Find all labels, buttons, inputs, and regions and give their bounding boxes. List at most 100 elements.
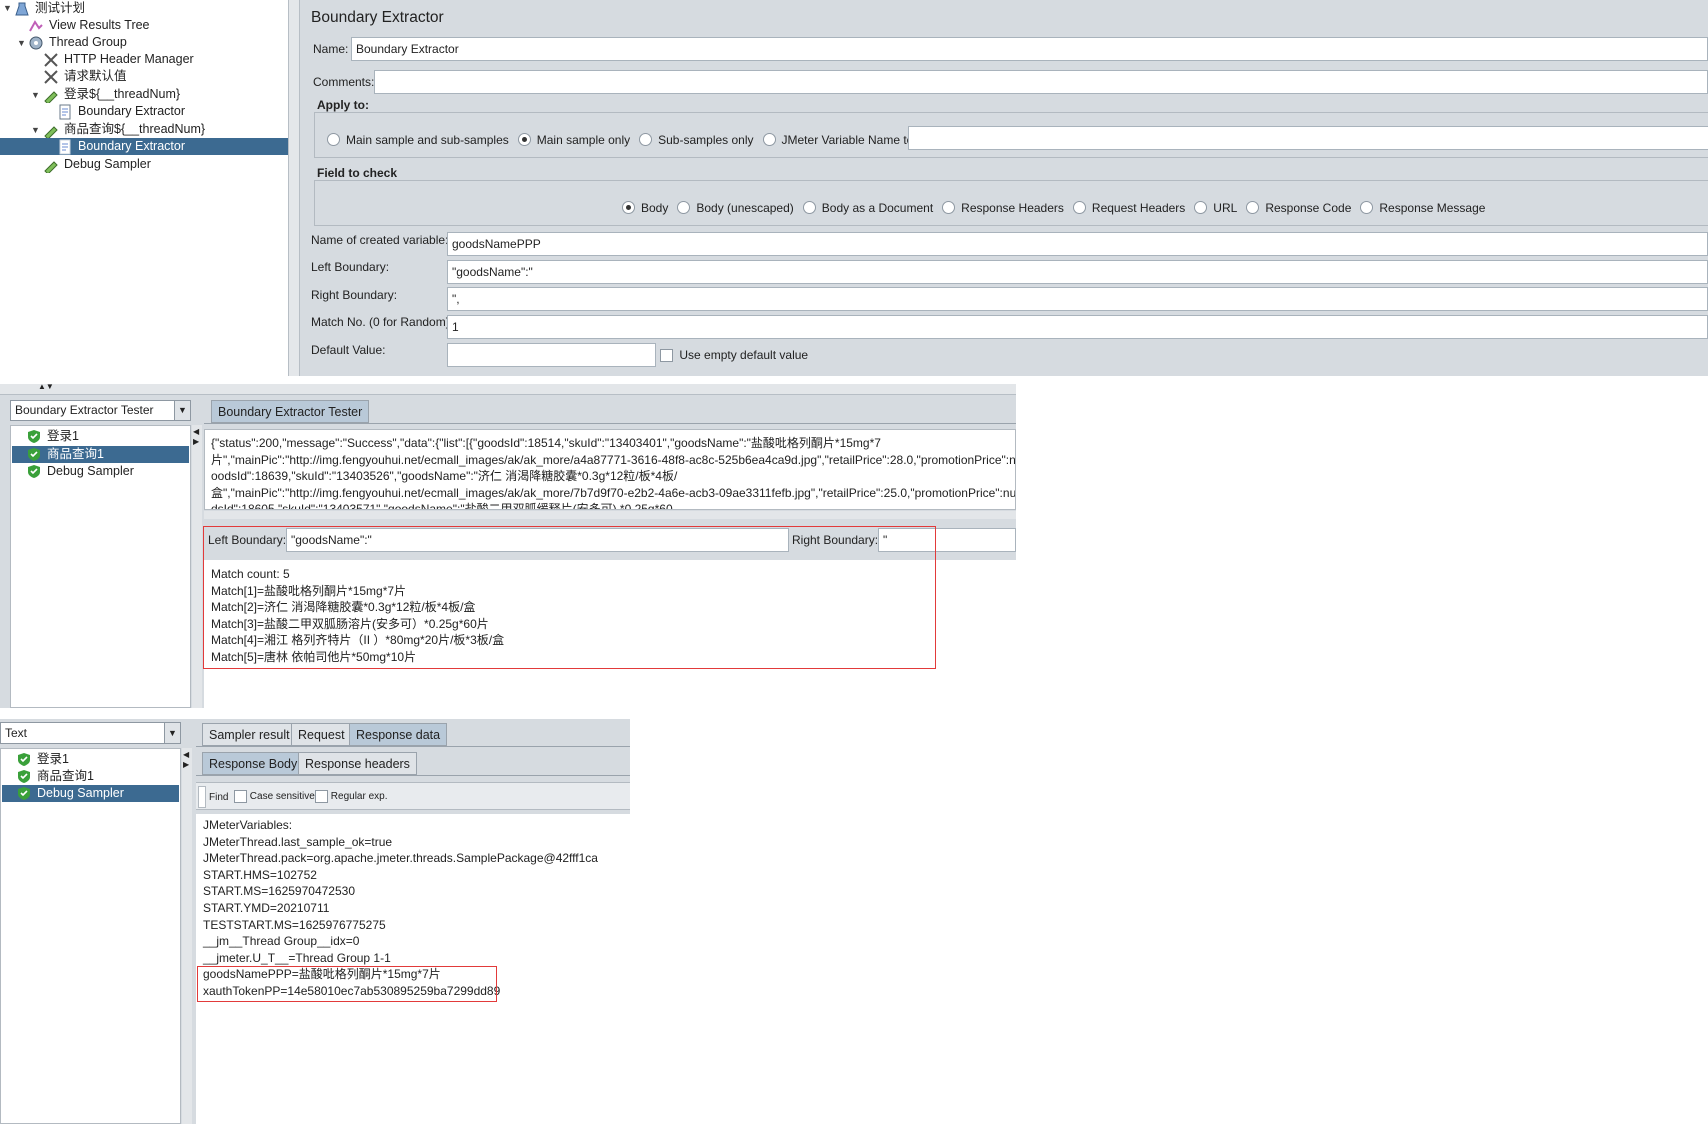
apply-to-label: Apply to: — [317, 98, 369, 112]
name-field[interactable]: Boundary Extractor — [351, 37, 1708, 61]
tab-divider — [204, 423, 1016, 424]
result-item-login[interactable]: 登录1 — [18, 751, 69, 768]
tree-item-boundary-extractor-2[interactable]: Boundary Extractor — [57, 138, 185, 155]
variable-line: JMeterThread.pack=org.apache.jmeter.thre… — [203, 851, 598, 866]
result-label: Debug Sampler — [47, 464, 134, 478]
tab-response-headers[interactable]: Response headers — [298, 752, 417, 775]
response-line: oodsId":18639,"skuId":"13403526","goodsN… — [211, 469, 678, 484]
tree-item-label: Thread Group — [49, 35, 127, 49]
radio-url[interactable]: URL — [1194, 201, 1237, 215]
tree-item-label: 请求默认值 — [64, 69, 127, 83]
name-label: Name: — [313, 42, 349, 56]
radio-body-as-document[interactable]: Body as a Document — [802, 201, 934, 215]
case-sensitive-checkbox[interactable]: Case sensitive — [234, 790, 315, 803]
radio-label: Response Code — [1265, 201, 1352, 215]
tab-boundary-extractor-tester[interactable]: Boundary Extractor Tester — [211, 400, 370, 423]
collapse-toggle-icon[interactable]: ▼ — [31, 90, 40, 100]
radio-sub-only[interactable]: Sub-samples only — [639, 133, 754, 147]
variable-line: __jm__Thread Group__idx=0 — [203, 934, 360, 949]
radio-body-unescaped[interactable]: Body (unescaped) — [677, 201, 794, 215]
chevron-down-icon[interactable]: ▼ — [164, 723, 180, 743]
tree-item-boundary-extractor-1[interactable]: Boundary Extractor — [57, 103, 185, 120]
right-boundary-field[interactable]: ", — [447, 287, 1708, 311]
tab-response-data[interactable]: Response data — [349, 723, 448, 746]
document-icon — [57, 104, 73, 120]
vertical-splitter[interactable]: ◀ ▶ — [182, 748, 192, 1124]
radio-main-and-sub[interactable]: Main sample and sub-samples — [327, 133, 509, 147]
tree-item-label: Boundary Extractor — [78, 139, 185, 153]
collapse-toggle-icon[interactable]: ▼ — [3, 3, 12, 13]
collapse-arrows-icon[interactable]: ▲▼ — [38, 382, 54, 391]
tree-item-debug-sampler[interactable]: Debug Sampler — [43, 156, 151, 175]
comments-label: Comments: — [313, 75, 375, 89]
success-shield-icon — [28, 430, 40, 444]
created-variable-field[interactable]: goodsNamePPP — [447, 232, 1708, 256]
splitter-bar[interactable]: ▲▼ — [0, 382, 1016, 395]
tree-item-request-defaults[interactable]: 请求默认值 — [43, 68, 127, 85]
response-text-area[interactable]: {"status":200,"message":"Success","data"… — [204, 429, 1016, 510]
renderer-dropdown[interactable]: Text ▼ — [0, 722, 181, 744]
radio-label: URL — [1213, 201, 1238, 215]
splitter-arrows-icon[interactable]: ◀ ▶ — [183, 750, 189, 770]
radio-label: Body as a Document — [821, 201, 934, 215]
page-title: Boundary Extractor — [311, 9, 444, 26]
tree-item-label: 商品查询${__threadNum} — [64, 122, 206, 136]
result-item-debug-sampler[interactable]: Debug Sampler — [18, 785, 124, 802]
listener-icon — [28, 18, 44, 34]
subtab-divider — [196, 775, 630, 776]
horizontal-splitter[interactable] — [204, 511, 1016, 519]
jmeter-variable-name-field[interactable] — [908, 126, 1708, 150]
tree-item-login-sampler[interactable]: 登录${__threadNum} — [43, 86, 181, 105]
radio-request-headers[interactable]: Request Headers — [1072, 201, 1185, 215]
radio-main-only[interactable]: Main sample only — [517, 133, 631, 147]
radio-response-code[interactable]: Response Code — [1246, 201, 1351, 215]
response-line: {"status":200,"message":"Success","data"… — [211, 436, 881, 450]
success-shield-icon — [18, 787, 30, 801]
radio-response-message[interactable]: Response Message — [1360, 201, 1485, 215]
collapse-toggle-icon[interactable]: ▼ — [31, 125, 40, 135]
tree-item-label: 登录${__threadNum} — [64, 87, 181, 101]
tree-divider[interactable] — [288, 0, 300, 376]
tab-sampler-result[interactable]: Sampler result — [202, 723, 297, 746]
radio-icon — [677, 201, 691, 215]
default-value-field[interactable] — [447, 343, 656, 367]
match-number-field[interactable]: 1 — [447, 315, 1708, 339]
vertical-splitter[interactable]: ◀ ▶ — [192, 425, 202, 708]
radio-icon — [1246, 201, 1260, 215]
tab-request[interactable]: Request — [291, 723, 352, 746]
response-line: 片","mainPic":"http://img.fengyouhui.net/… — [211, 452, 1016, 467]
radio-icon — [639, 133, 653, 147]
tab-response-body[interactable]: Response Body — [202, 752, 305, 775]
result-item-debug-sampler[interactable]: Debug Sampler — [28, 463, 134, 480]
pipette-icon — [43, 157, 59, 175]
radio-selected-icon — [517, 133, 531, 147]
checkbox-label: Regular exp. — [330, 791, 388, 803]
tree-item-view-results-tree[interactable]: View Results Tree — [28, 17, 150, 34]
radio-icon — [802, 201, 816, 215]
radio-icon — [942, 201, 956, 215]
tree-item-goods-query-sampler[interactable]: 商品查询${__threadNum} — [43, 121, 206, 140]
radio-label: Body — [641, 201, 669, 215]
variable-line: START.HMS=102752 — [203, 867, 317, 882]
result-item-goods-query[interactable]: 商品查询1 — [28, 446, 104, 463]
document-icon — [57, 139, 73, 155]
tree-item-http-header-manager[interactable]: HTTP Header Manager — [43, 51, 194, 68]
chevron-down-icon[interactable]: ▼ — [174, 401, 190, 420]
find-input[interactable] — [198, 786, 206, 808]
tester-type-dropdown[interactable]: Boundary Extractor Tester ▼ — [10, 400, 191, 421]
result-item-login[interactable]: 登录1 — [28, 428, 79, 445]
left-boundary-field[interactable]: "goodsName":" — [447, 260, 1708, 284]
collapse-toggle-icon[interactable]: ▼ — [17, 38, 26, 48]
radio-label: Main sample only — [536, 133, 631, 147]
radio-body[interactable]: Body — [622, 201, 668, 215]
regular-exp-checkbox[interactable]: Regular exp. — [315, 790, 387, 803]
radio-label: Body (unescaped) — [696, 201, 794, 215]
splitter-arrows-icon[interactable]: ◀ ▶ — [193, 427, 199, 447]
tree-item-thread-group[interactable]: Thread Group — [28, 34, 127, 51]
use-empty-default-checkbox[interactable]: Use empty default value — [660, 348, 808, 363]
radio-response-headers[interactable]: Response Headers — [942, 201, 1064, 215]
find-toolbar: Find Case sensitive Regular exp. — [196, 782, 630, 810]
result-item-goods-query[interactable]: 商品查询1 — [18, 768, 94, 785]
tree-item-test-plan[interactable]: 测试计划 — [14, 0, 85, 17]
comments-field[interactable] — [374, 70, 1708, 94]
